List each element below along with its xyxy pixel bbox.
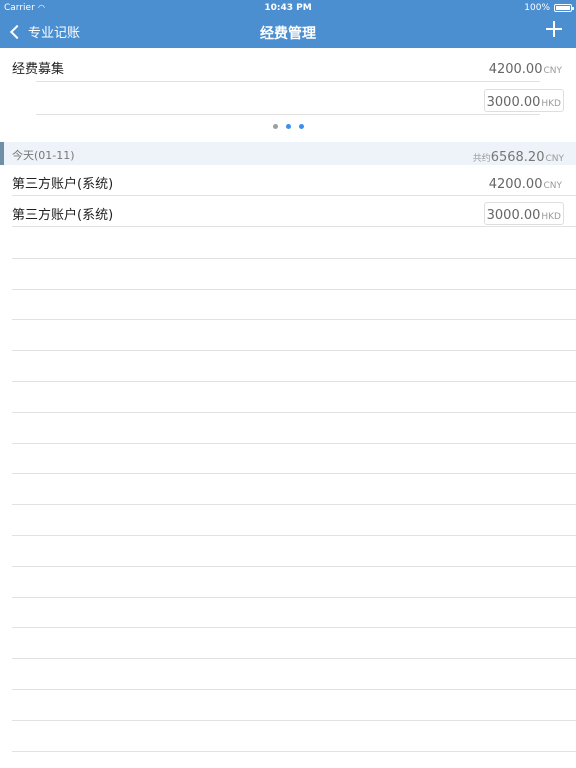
- currency-code: HKD: [541, 99, 561, 109]
- currency-code: CNY: [543, 66, 562, 76]
- page-dot[interactable]: [298, 124, 304, 129]
- total-prefix: 共约: [472, 154, 491, 164]
- status-time: 10:43 PM: [264, 3, 312, 13]
- amount-value: 3000.00: [486, 208, 541, 223]
- status-bar: Carrier ◠ 10:43 PM 100%: [0, 0, 576, 16]
- row-separator: [12, 412, 576, 413]
- fund-summary-card: 经费募集 4200.00CNY 3000.00HKD: [0, 48, 576, 142]
- battery-percentage: 100%: [524, 3, 550, 13]
- row-separator: [12, 350, 576, 351]
- row-separator: [12, 566, 576, 567]
- row-separator: [12, 751, 576, 752]
- row-separator: [12, 597, 576, 598]
- divider: [36, 114, 540, 115]
- fund-amount-cny: 4200.00CNY: [489, 58, 562, 77]
- row-separator: [12, 535, 576, 536]
- add-button[interactable]: [546, 21, 562, 37]
- row-separator: [12, 443, 576, 444]
- divider: [36, 81, 540, 82]
- row-separator: [12, 258, 576, 259]
- section-accent-bar: [0, 142, 4, 165]
- row-separator: [12, 720, 576, 721]
- empty-list-area: [0, 227, 576, 768]
- page-dot[interactable]: [272, 124, 278, 129]
- row-separator: [12, 473, 576, 474]
- page-dot[interactable]: [285, 124, 291, 129]
- total-value: 6568.20: [490, 150, 545, 165]
- row-separator: [12, 504, 576, 505]
- day-label: 今天(01-11): [12, 149, 75, 162]
- day-section-header: 今天(01-11) 共约6568.20CNY: [0, 142, 576, 165]
- row-separator: [12, 658, 576, 659]
- navigation-header: Carrier ◠ 10:43 PM 100% 专业记账 经费管理: [0, 0, 576, 48]
- amount-value: 3000.00: [486, 95, 541, 110]
- transaction-name: 第三方账户(系统): [12, 208, 114, 223]
- amount-value: 4200.00: [488, 177, 543, 192]
- transaction-amount: 4200.00CNY: [489, 173, 562, 192]
- row-separator: [12, 689, 576, 690]
- currency-code: HKD: [541, 212, 561, 222]
- total-currency: CNY: [545, 154, 564, 164]
- row-separator: [12, 381, 576, 382]
- nav-bar: 专业记账 经费管理: [0, 16, 576, 48]
- row-separator: [12, 319, 576, 320]
- fund-name: 经费募集: [12, 62, 65, 77]
- fund-amount-hkd: 3000.00HKD: [483, 89, 564, 112]
- row-separator: [12, 627, 576, 628]
- page-title: 经费管理: [260, 26, 316, 42]
- row-separator: [12, 289, 576, 290]
- currency-code: CNY: [543, 181, 562, 191]
- amount-value: 4200.00: [488, 62, 543, 77]
- day-total: 共约6568.20CNY: [473, 146, 564, 165]
- transaction-amount: 3000.00HKD: [483, 202, 564, 225]
- transaction-row[interactable]: 第三方账户(系统) 4200.00CNY: [0, 165, 576, 196]
- page-indicator[interactable]: [0, 124, 576, 129]
- transaction-row[interactable]: 第三方账户(系统) 3000.00HKD: [0, 196, 576, 227]
- transaction-name: 第三方账户(系统): [12, 177, 114, 192]
- transaction-list: 第三方账户(系统) 4200.00CNY 第三方账户(系统) 3000.00HK…: [0, 165, 576, 227]
- battery-icon: [554, 4, 574, 12]
